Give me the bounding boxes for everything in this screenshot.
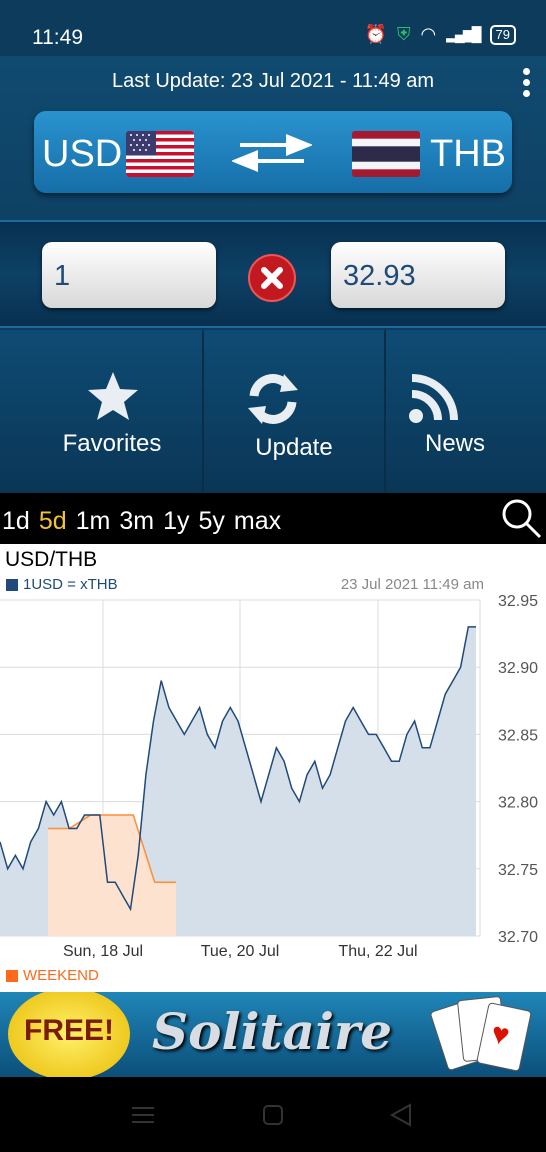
swap-icon[interactable] [230, 133, 314, 178]
system-nav-bar [0, 1077, 546, 1152]
y-tick-label: 32.90 [498, 660, 538, 677]
favorites-button[interactable]: Favorites [22, 330, 204, 492]
to-currency[interactable]: THB [430, 133, 506, 176]
home-icon[interactable] [262, 1104, 284, 1131]
update-button[interactable]: Update [204, 330, 386, 492]
x-tick-label: Tue, 20 Jul [201, 943, 280, 960]
rss-icon [408, 374, 458, 429]
usa-flag-icon[interactable] [126, 131, 194, 177]
shield-icon: ⛨ [396, 24, 411, 44]
range-option-1m[interactable]: 1m [76, 507, 111, 536]
y-tick-label: 32.75 [498, 862, 538, 879]
converter-panel: Last Update: 23 Jul 2021 - 11:49 am USD … [0, 56, 546, 493]
range-option-5y[interactable]: 5y [199, 507, 225, 536]
x-tick-label: Thu, 22 Jul [338, 943, 417, 960]
favorites-label: Favorites [62, 430, 162, 457]
range-option-1y[interactable]: 1y [163, 507, 189, 536]
range-selector: 1d 5d 1m 3m 1y 5y max [0, 493, 546, 544]
y-tick-label: 32.70 [498, 929, 538, 946]
from-currency[interactable]: USD [42, 133, 122, 176]
news-label: News [424, 430, 485, 457]
rate-chart[interactable]: 32.95 32.90 32.85 32.80 32.75 32.70 Sun, 18 Ju… [0, 544, 546, 964]
range-option-3m[interactable]: 3m [119, 507, 154, 536]
search-icon[interactable] [500, 497, 542, 546]
action-row: Favorites Update News [0, 330, 546, 492]
last-update-text: Last Update: 23 Jul 2021 - 11:49 am [111, 70, 435, 92]
clear-icon[interactable] [248, 254, 296, 302]
y-tick-label: 32.80 [498, 795, 538, 812]
menu-icon[interactable] [132, 1105, 154, 1130]
result-field[interactable]: 32.93 [331, 242, 505, 308]
currency-pair-bar: USD THB [34, 111, 512, 193]
rate-chart-panel: USD/THB 1USD = xTHB 23 Jul 2021 11:49 am… [0, 544, 546, 992]
x-tick-label: Sun, 18 Jul [63, 943, 143, 960]
range-option-max[interactable]: max [234, 507, 281, 536]
free-badge: FREE! [8, 992, 130, 1077]
status-bar: 11:49 ⏰ ⛨ ◠ ▂▄▆█ 79 [0, 0, 546, 56]
star-icon [86, 370, 140, 427]
overflow-menu-icon[interactable] [520, 68, 532, 98]
status-icons: ⏰ ⛨ ◠ ▂▄▆█ 79 [365, 24, 516, 45]
weekend-swatch [6, 969, 18, 982]
ad-title: Solitaire [152, 1002, 393, 1061]
y-tick-label: 32.85 [498, 727, 538, 744]
amount-bar: 1 32.93 [0, 220, 546, 328]
y-tick-label: 32.95 [498, 593, 538, 610]
back-icon[interactable] [389, 1103, 412, 1132]
battery-icon: 79 [489, 24, 516, 45]
thailand-flag-icon[interactable] [352, 131, 420, 177]
update-label: Update [255, 434, 333, 461]
alarm-icon: ⏰ [364, 24, 387, 44]
weekend-legend: WEEKEND [6, 967, 99, 984]
ad-banner[interactable]: FREE! Solitaire ♥ [0, 992, 546, 1077]
wifi-icon: ◠ [420, 24, 437, 44]
status-time: 11:49 [32, 26, 83, 49]
range-option-5d[interactable]: 5d [39, 507, 67, 536]
range-options: 1d 5d 1m 3m 1y 5y max [2, 507, 281, 536]
refresh-icon [244, 370, 302, 433]
playing-cards-icon: ♥ [429, 995, 532, 1076]
range-option-1d[interactable]: 1d [2, 507, 30, 536]
news-button[interactable]: News [364, 330, 546, 492]
amount-input[interactable]: 1 [42, 242, 216, 308]
weekend-legend-label: WEEKEND [23, 967, 99, 984]
signal-icon: ▂▄▆█ [446, 26, 481, 42]
free-badge-label: FREE! [24, 1014, 114, 1047]
